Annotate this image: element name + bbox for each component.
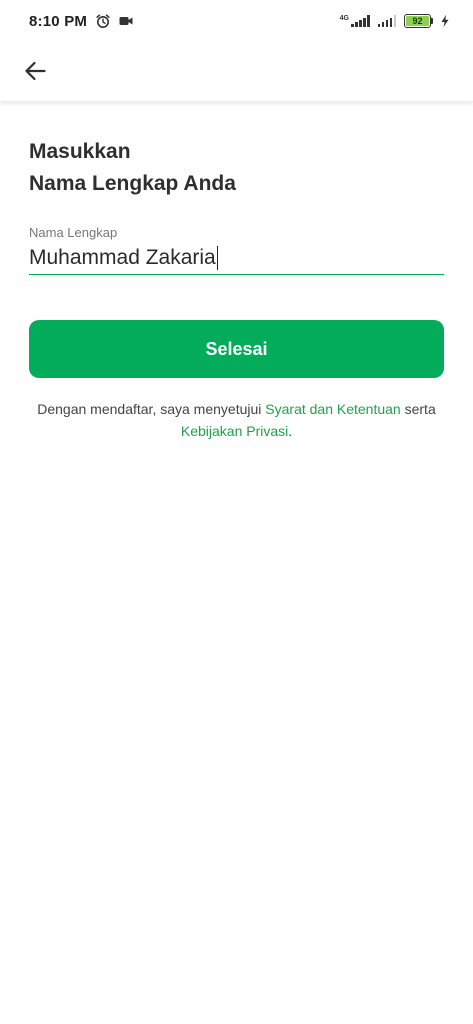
terms-middle: serta	[400, 401, 436, 417]
full-name-input[interactable]: Muhammad Zakaria	[29, 241, 444, 275]
signal-strength-icon	[351, 15, 370, 27]
status-time: 8:10 PM	[29, 12, 88, 30]
back-button[interactable]	[16, 52, 54, 90]
signal-4g: 4G	[340, 15, 370, 27]
full-name-field: Nama Lengkap Muhammad Zakaria	[29, 225, 444, 275]
battery-icon: 92	[404, 14, 433, 28]
screen: 8:10 PM 4G 92 Masukkan Nama Lengkap Anda…	[0, 0, 473, 1024]
page-title-line-1: Masukkan	[29, 140, 131, 163]
status-left: 8:10 PM	[29, 13, 133, 30]
arrow-left-icon	[25, 61, 46, 81]
terms-prefix: Dengan mendaftar, saya menyetujui	[37, 401, 266, 417]
app-bar	[0, 42, 473, 102]
full-name-value: Muhammad Zakaria	[29, 245, 216, 269]
terms-suffix: .	[288, 423, 293, 439]
battery-level: 92	[406, 16, 429, 26]
terms-notice: Dengan mendaftar, saya menyetujui Syarat…	[29, 398, 444, 442]
alarm-icon	[95, 13, 111, 29]
text-cursor	[216, 245, 219, 270]
status-right: 4G 92	[340, 14, 449, 28]
signal-strength-icon-secondary	[377, 15, 396, 27]
video-camera-icon	[119, 15, 133, 27]
finish-button[interactable]: Selesai	[29, 320, 444, 378]
page-title: Masukkan Nama Lengkap Anda	[29, 136, 444, 200]
terms-and-conditions-link[interactable]: Syarat dan Ketentuan	[265, 401, 400, 417]
full-name-label: Nama Lengkap	[29, 225, 118, 240]
network-type-label: 4G	[339, 15, 349, 22]
name-form: Masukkan Nama Lengkap Anda Nama Lengkap …	[29, 104, 444, 442]
page-title-line-2: Nama Lengkap Anda	[29, 172, 236, 195]
status-bar: 8:10 PM 4G 92	[0, 0, 473, 42]
charging-bolt-icon	[441, 15, 449, 27]
privacy-policy-link[interactable]: Kebijakan Privasi	[181, 423, 288, 439]
